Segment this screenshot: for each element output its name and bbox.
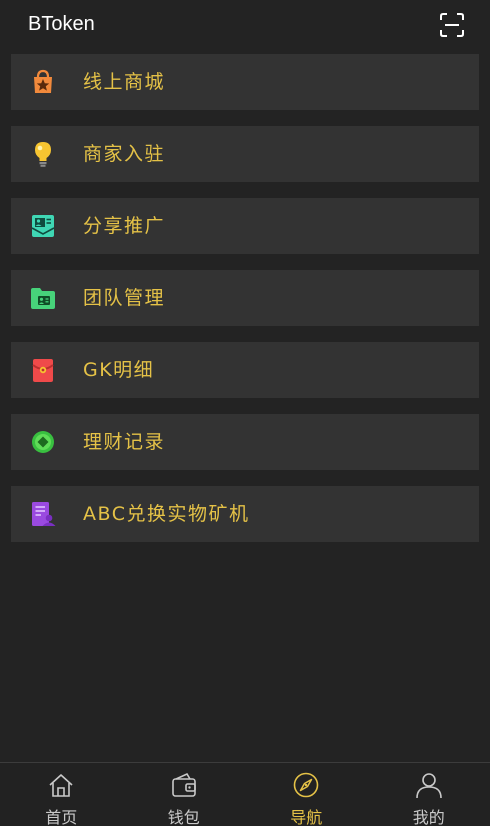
tab-navigation[interactable]: 导航 — [245, 763, 368, 826]
menu-item-label: 线上商城 — [83, 71, 166, 93]
tab-label: 钱包 — [167, 808, 200, 826]
tab-label: 首页 — [45, 808, 78, 826]
wallet-icon — [171, 772, 196, 797]
tab-wallet[interactable]: 钱包 — [123, 763, 246, 826]
menu-item-team-management[interactable]: 团队管理 — [11, 270, 479, 326]
shopping-bag-icon — [29, 68, 57, 96]
bottom-tab-bar: 首页 钱包 导航 我的 — [0, 762, 490, 826]
coin-icon — [29, 428, 57, 456]
lightbulb-icon — [29, 140, 57, 168]
share-mail-icon — [29, 212, 57, 240]
document-user-icon — [29, 500, 57, 528]
menu-item-merchant-join[interactable]: 商家入驻 — [11, 126, 479, 182]
tab-label: 导航 — [290, 808, 323, 826]
tab-mine[interactable]: 我的 — [368, 763, 490, 826]
menu-item-label: 商家入驻 — [83, 143, 166, 165]
red-envelope-icon — [29, 356, 57, 384]
team-folder-icon — [29, 284, 57, 312]
tab-home[interactable]: 首页 — [0, 763, 123, 826]
menu-item-label: 团队管理 — [83, 287, 166, 309]
user-icon — [415, 773, 442, 799]
nav-menu: 线上商城 商家入驻 分享推广 团队管理 GK明细 理财记录 ABC兑换实物矿机 — [11, 54, 479, 558]
menu-item-label: 理财记录 — [83, 431, 166, 453]
menu-item-share-promote[interactable]: 分享推广 — [11, 198, 479, 254]
menu-item-abc-exchange[interactable]: ABC兑换实物矿机 — [11, 486, 479, 542]
menu-item-label: 分享推广 — [83, 215, 166, 237]
menu-item-online-mall[interactable]: 线上商城 — [11, 54, 479, 110]
home-icon — [49, 774, 73, 797]
tab-label: 我的 — [412, 808, 445, 826]
app-root: BToken 线上商城 商家入驻 分享推广 团队管理 GK明细 理财记录 ABC… — [0, 0, 490, 826]
menu-item-label: GK明细 — [83, 359, 155, 381]
menu-item-label: ABC兑换实物矿机 — [83, 503, 250, 525]
header: BToken — [0, 0, 490, 50]
menu-item-finance-records[interactable]: 理财记录 — [11, 414, 479, 470]
scan-button[interactable] — [440, 13, 464, 37]
app-title: BToken — [28, 13, 95, 35]
scan-icon — [440, 13, 464, 37]
menu-item-gk-details[interactable]: GK明细 — [11, 342, 479, 398]
compass-icon — [293, 772, 319, 798]
